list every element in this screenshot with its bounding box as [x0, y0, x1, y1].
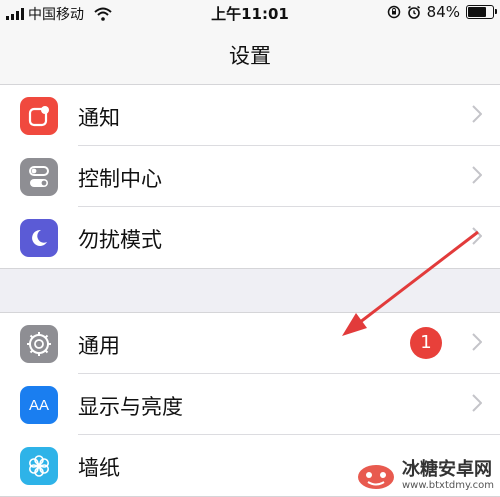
settings-group-1: 通知 控制中心 勿扰模式 [0, 84, 500, 269]
chevron-right-icon [472, 166, 482, 184]
settings-row-notifications[interactable]: 通知 [0, 85, 500, 146]
settings-row-do-not-disturb[interactable]: 勿扰模式 [0, 207, 500, 268]
watermark-url: www.btxtdmy.com [401, 480, 494, 491]
settings-row-label: 勿扰模式 [78, 228, 162, 252]
gear-icon [20, 325, 58, 363]
settings-row-label: 显示与亮度 [78, 395, 183, 419]
settings-row-label: 控制中心 [78, 167, 162, 191]
navigation-bar: 设置 [0, 26, 500, 85]
rotation-lock-icon [387, 5, 400, 19]
settings-row-display-brightness[interactable]: AA 显示与亮度 [0, 374, 500, 435]
status-right: 84% [387, 3, 497, 21]
alarm-icon [407, 5, 420, 19]
chevron-right-icon [472, 394, 482, 412]
control-center-icon [20, 158, 58, 196]
battery-level [468, 7, 486, 17]
watermark-name: 冰糖安卓网 [401, 459, 492, 480]
chevron-right-icon [472, 105, 482, 123]
moon-icon [20, 219, 58, 257]
settings-row-label: 墙纸 [78, 456, 120, 480]
settings-row-label: 通知 [78, 106, 120, 130]
wallpaper-flower-icon [20, 447, 58, 485]
chevron-right-icon [472, 227, 482, 245]
notification-badge: 1 [410, 327, 442, 359]
battery-percent: 84% [426, 3, 460, 21]
battery-icon [466, 5, 497, 19]
settings-row-general[interactable]: 通用 1 [0, 313, 500, 374]
watermark: 冰糖安卓网 www.btxtdmy.com [356, 460, 494, 491]
page-title: 设置 [229, 44, 271, 68]
chevron-right-icon [472, 333, 482, 351]
display-brightness-icon: AA [20, 386, 58, 424]
status-bar: 中国移动 上午11:01 84% [0, 0, 500, 26]
display-brightness-icon-glyph: AA [28, 396, 49, 414]
notifications-icon [20, 97, 58, 135]
settings-row-control-center[interactable]: 控制中心 [0, 146, 500, 207]
watermark-logo-icon [357, 464, 394, 489]
settings-row-label: 通用 [78, 334, 120, 358]
